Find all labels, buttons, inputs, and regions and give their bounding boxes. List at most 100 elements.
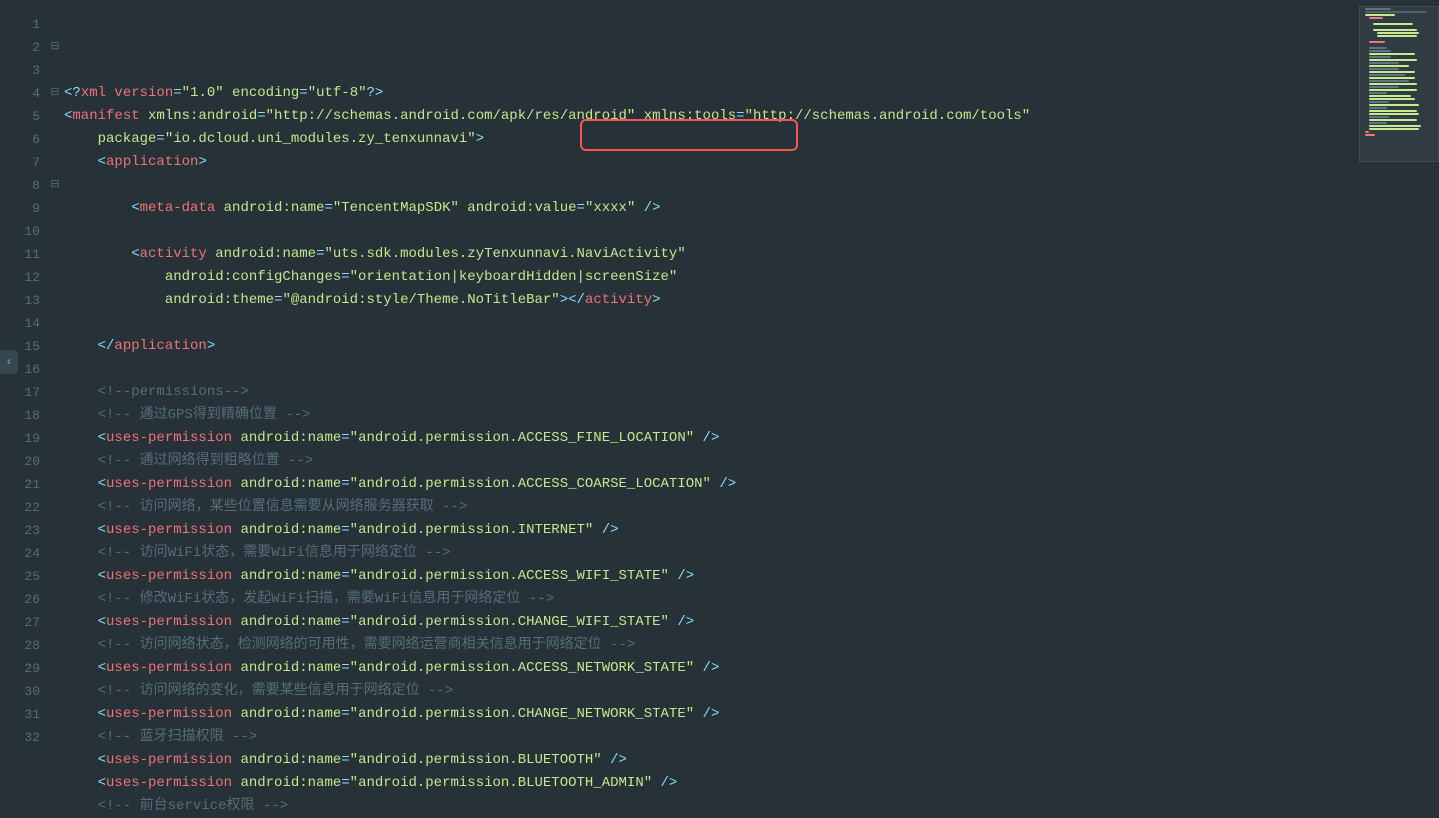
line-number: 30 [0, 680, 40, 703]
line-number: 18 [0, 404, 40, 427]
fold-empty [48, 565, 62, 588]
line-number: 13 [0, 289, 40, 312]
fold-empty [48, 404, 62, 427]
fold-empty [48, 588, 62, 611]
line-number: 2 [0, 36, 40, 59]
fold-collapse-icon[interactable]: ⊟ [48, 82, 62, 105]
fold-gutter[interactable]: ⊟ ⊟ ⊟ [48, 0, 62, 760]
code-line[interactable]: <!-- 访问WiFi状态，需要WiFi信息用于网络定位 --> [64, 542, 1359, 565]
code-line[interactable]: <!-- 蓝牙扫描权限 --> [64, 726, 1359, 749]
line-number: 9 [0, 197, 40, 220]
fold-empty [48, 151, 62, 174]
code-line[interactable] [64, 220, 1359, 243]
minimap-viewport[interactable] [1359, 6, 1439, 162]
line-number: 8 [0, 174, 40, 197]
line-number: 31 [0, 703, 40, 726]
code-line[interactable]: <!-- 通过GPS得到精确位置 --> [64, 404, 1359, 427]
fold-empty [48, 726, 62, 749]
code-line[interactable]: <application> [64, 151, 1359, 174]
fold-empty [48, 335, 62, 358]
line-number: 3 [0, 59, 40, 82]
code-line[interactable]: <!-- 前台service权限 --> [64, 795, 1359, 818]
fold-empty [48, 358, 62, 381]
code-line[interactable]: <uses-permission android:name="android.p… [64, 565, 1359, 588]
code-line[interactable]: <uses-permission android:name="android.p… [64, 611, 1359, 634]
code-line[interactable] [64, 312, 1359, 335]
line-number: 14 [0, 312, 40, 335]
code-line[interactable]: <!-- 访问网络，某些位置信息需要从网络服务器获取 --> [64, 496, 1359, 519]
code-line[interactable]: <!-- 通过网络得到粗略位置 --> [64, 450, 1359, 473]
fold-empty [48, 13, 62, 36]
line-number: 24 [0, 542, 40, 565]
fold-empty [48, 105, 62, 128]
fold-empty [48, 703, 62, 726]
line-number: 11 [0, 243, 40, 266]
code-line[interactable] [64, 174, 1359, 197]
code-line[interactable]: <uses-permission android:name="android.p… [64, 519, 1359, 542]
code-line[interactable]: </application> [64, 335, 1359, 358]
code-line[interactable]: <uses-permission android:name="android.p… [64, 772, 1359, 795]
fold-empty [48, 542, 62, 565]
line-number: 28 [0, 634, 40, 657]
fold-empty [48, 657, 62, 680]
line-number: 19 [0, 427, 40, 450]
code-line[interactable]: <uses-permission android:name="android.p… [64, 657, 1359, 680]
code-line[interactable]: <activity android:name="uts.sdk.modules.… [64, 243, 1359, 266]
code-line[interactable]: <uses-permission android:name="android.p… [64, 473, 1359, 496]
code-line[interactable]: <!-- 访问网络状态，检测网络的可用性，需要网络运营商相关信息用于网络定位 -… [64, 634, 1359, 657]
code-editor-area[interactable]: <?xml version="1.0" encoding="utf-8"?><m… [62, 0, 1359, 760]
line-number: 7 [0, 151, 40, 174]
fold-empty [48, 197, 62, 220]
code-line[interactable]: <uses-permission android:name="android.p… [64, 749, 1359, 772]
line-number: 17 [0, 381, 40, 404]
fold-empty [48, 450, 62, 473]
fold-empty [48, 473, 62, 496]
fold-empty [48, 266, 62, 289]
line-number: 22 [0, 496, 40, 519]
fold-collapse-icon[interactable]: ⊟ [48, 174, 62, 197]
fold-collapse-icon[interactable]: ⊟ [48, 36, 62, 59]
line-number: 29 [0, 657, 40, 680]
minimap[interactable] [1359, 0, 1439, 760]
line-number: 23 [0, 519, 40, 542]
fold-empty [48, 496, 62, 519]
fold-empty [48, 220, 62, 243]
code-line[interactable]: <!--permissions--> [64, 381, 1359, 404]
line-number: 27 [0, 611, 40, 634]
fold-empty [48, 289, 62, 312]
line-number: 25 [0, 565, 40, 588]
code-line[interactable]: <uses-permission android:name="android.p… [64, 427, 1359, 450]
fold-empty [48, 427, 62, 450]
code-line[interactable]: <!-- 修改WiFi状态，发起WiFi扫描，需要WiFi信息用于网络定位 --… [64, 588, 1359, 611]
line-number: 6 [0, 128, 40, 151]
line-number-gutter[interactable]: 1234567891011121314151617181920212223242… [0, 0, 48, 760]
editor-root: ‹ 12345678910111213141516171819202122232… [0, 0, 1439, 760]
code-line[interactable]: <uses-permission android:name="android.p… [64, 703, 1359, 726]
code-line[interactable]: <?xml version="1.0" encoding="utf-8"?> [64, 82, 1359, 105]
code-line[interactable]: <meta-data android:name="TencentMapSDK" … [64, 197, 1359, 220]
code-line[interactable]: <!-- 访问网络的变化，需要某些信息用于网络定位 --> [64, 680, 1359, 703]
code-line[interactable]: android:configChanges="orientation|keybo… [64, 266, 1359, 289]
line-number: 4 [0, 82, 40, 105]
fold-empty [48, 59, 62, 82]
line-number: 32 [0, 726, 40, 749]
fold-empty [48, 381, 62, 404]
fold-empty [48, 128, 62, 151]
line-number: 12 [0, 266, 40, 289]
fold-empty [48, 634, 62, 657]
fold-empty [48, 611, 62, 634]
line-number: 26 [0, 588, 40, 611]
chevron-left-icon: ‹ [5, 351, 12, 374]
line-number: 20 [0, 450, 40, 473]
code-line[interactable]: <manifest xmlns:android="http://schemas.… [64, 105, 1359, 128]
fold-empty [48, 312, 62, 335]
panel-expand-toggle[interactable]: ‹ [0, 350, 18, 374]
code-line[interactable] [64, 358, 1359, 381]
line-number: 10 [0, 220, 40, 243]
code-line[interactable]: android:theme="@android:style/Theme.NoTi… [64, 289, 1359, 312]
fold-empty [48, 680, 62, 703]
line-number: 21 [0, 473, 40, 496]
line-number: 1 [0, 13, 40, 36]
code-line[interactable]: package="io.dcloud.uni_modules.zy_tenxun… [64, 128, 1359, 151]
fold-empty [48, 519, 62, 542]
